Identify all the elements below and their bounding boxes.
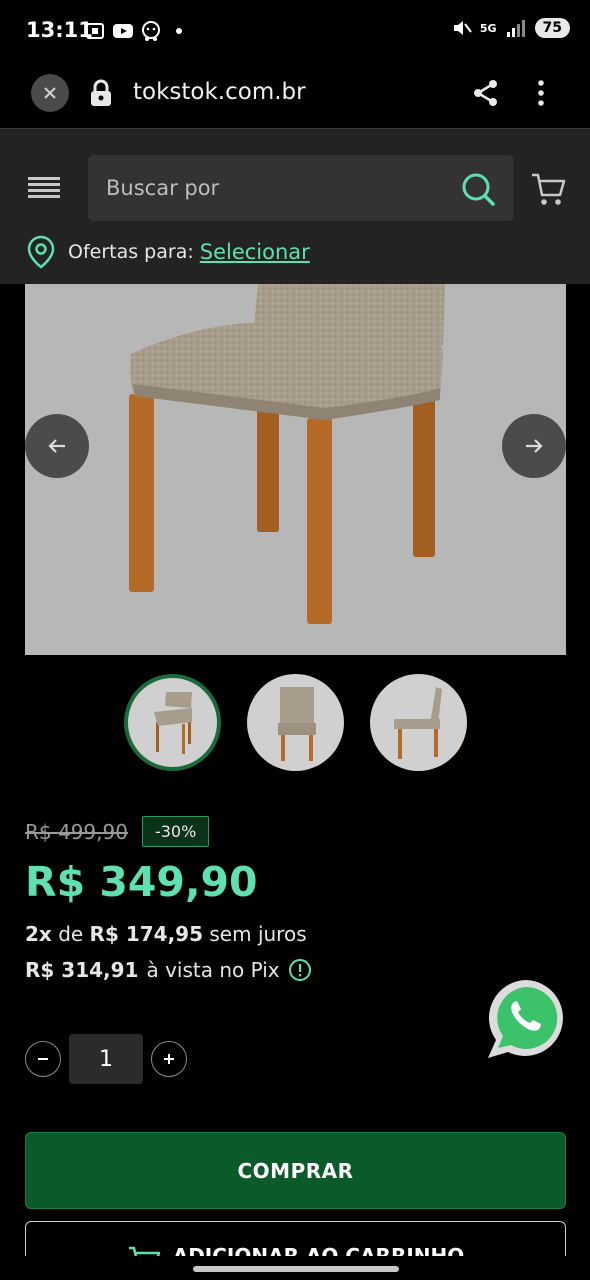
select-location-link[interactable]: Selecionar bbox=[200, 240, 310, 264]
chair-image bbox=[129, 284, 445, 624]
increase-quantity-button[interactable] bbox=[151, 1041, 187, 1077]
whatsapp-button[interactable] bbox=[484, 976, 568, 1060]
dot-icon bbox=[176, 28, 182, 34]
offers-location: Ofertas para: Selecionar bbox=[26, 235, 310, 269]
screenshot-icon bbox=[86, 23, 104, 39]
share-icon[interactable] bbox=[472, 78, 500, 108]
status-time: 13:11 bbox=[26, 18, 93, 42]
thumbnail-3[interactable] bbox=[370, 674, 467, 771]
quantity-input[interactable]: 1 bbox=[69, 1034, 143, 1084]
whatsapp-icon bbox=[488, 980, 563, 1058]
buy-button[interactable]: COMPRAR bbox=[25, 1132, 566, 1209]
installments-info: 2x de R$ 174,95 sem juros bbox=[25, 922, 307, 946]
mute-icon bbox=[453, 21, 472, 35]
search-icon[interactable] bbox=[460, 171, 496, 207]
current-price: R$ 349,90 bbox=[25, 858, 258, 906]
pix-price: R$ 314,91 bbox=[25, 958, 139, 982]
close-icon bbox=[44, 87, 56, 99]
chair-thumbnail-image bbox=[153, 691, 192, 754]
notification-icons bbox=[84, 20, 190, 42]
waze-icon bbox=[142, 21, 160, 41]
site-header: Ofertas para: Selecionar bbox=[0, 128, 590, 284]
signal-icon bbox=[506, 20, 525, 37]
decrease-quantity-button[interactable] bbox=[25, 1041, 61, 1077]
gallery-next-button[interactable] bbox=[502, 414, 566, 478]
system-icons: 5G 75 bbox=[452, 18, 570, 38]
product-image[interactable] bbox=[25, 284, 566, 655]
installments-suffix: sem juros bbox=[209, 922, 307, 946]
offers-label: Ofertas para: bbox=[68, 241, 194, 263]
minus-icon bbox=[38, 1058, 48, 1060]
arrow-right-icon bbox=[526, 439, 543, 453]
gallery-prev-button[interactable] bbox=[25, 414, 89, 478]
search-box bbox=[88, 155, 514, 221]
discount-badge: -30% bbox=[141, 816, 210, 847]
old-price: R$ 499,90 bbox=[25, 819, 128, 844]
pix-label: à vista no Pix bbox=[146, 958, 280, 982]
arrow-left-icon bbox=[48, 439, 65, 453]
home-indicator[interactable] bbox=[193, 1266, 399, 1272]
cart-icon[interactable] bbox=[530, 171, 566, 207]
browser-toolbar: tokstok.com.br bbox=[0, 62, 590, 128]
pix-info: R$ 314,91 à vista no Pix bbox=[25, 958, 312, 982]
network-type: 5G bbox=[479, 21, 497, 35]
status-bar: 13:11 5G 75 bbox=[0, 0, 590, 62]
hamburger-menu-icon[interactable] bbox=[28, 177, 62, 201]
old-price-row: R$ 499,90 -30% bbox=[25, 816, 210, 847]
installment-value: R$ 174,95 bbox=[89, 922, 204, 946]
lock-icon bbox=[91, 79, 111, 106]
battery-indicator: 75 bbox=[534, 18, 570, 38]
search-input[interactable] bbox=[106, 171, 446, 205]
more-options-icon[interactable] bbox=[530, 78, 552, 108]
info-icon[interactable] bbox=[288, 958, 312, 982]
installments-count: 2x bbox=[25, 922, 52, 946]
thumbnail-list bbox=[124, 674, 467, 771]
chair-front-thumbnail-image bbox=[277, 686, 316, 761]
quantity-stepper: 1 bbox=[25, 1034, 187, 1084]
url-text[interactable]: tokstok.com.br bbox=[133, 79, 306, 105]
youtube-icon bbox=[113, 24, 133, 38]
close-tab-button[interactable] bbox=[31, 74, 69, 112]
thumbnail-1[interactable] bbox=[124, 674, 221, 771]
chair-side-thumbnail-image bbox=[393, 686, 442, 759]
thumbnail-2[interactable] bbox=[247, 674, 344, 771]
location-pin-icon bbox=[27, 235, 55, 269]
plus-icon bbox=[164, 1054, 174, 1064]
installments-of: de bbox=[58, 922, 84, 946]
